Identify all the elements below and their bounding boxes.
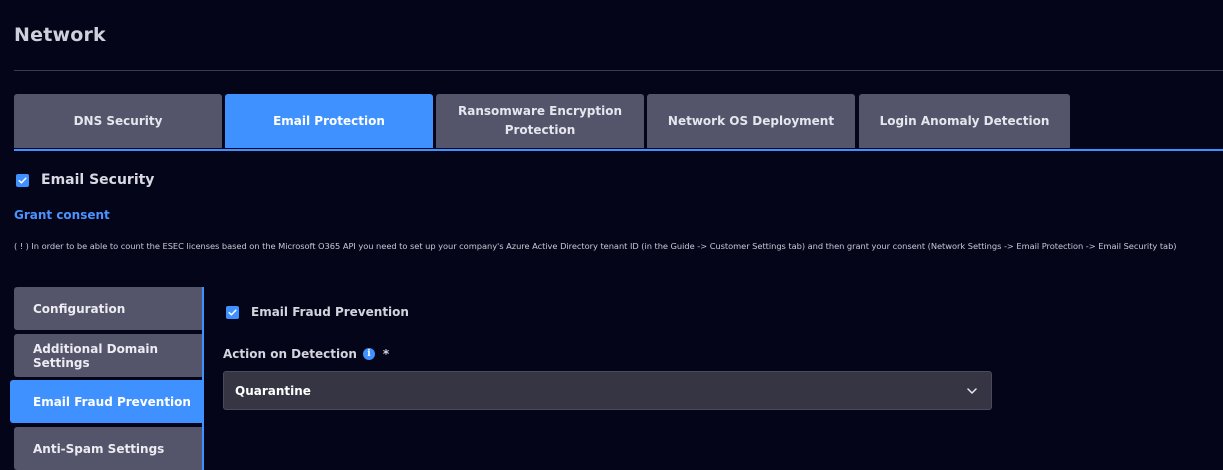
grant-consent-link[interactable]: Grant consent	[14, 208, 110, 222]
sidenav-item-configuration[interactable]: Configuration	[14, 287, 202, 330]
chevron-down-icon	[967, 387, 977, 394]
action-on-detection-label: Action on Detection	[223, 347, 357, 361]
sidenav-item-additional-domain-settings[interactable]: Additional Domain Settings	[14, 334, 202, 377]
action-on-detection-value: Quarantine	[235, 383, 311, 398]
tab-email-protection[interactable]: Email Protection	[225, 94, 433, 148]
page-title: Network	[14, 24, 106, 46]
email-security-label: Email Security	[41, 172, 155, 188]
tab-login-anomaly-detection[interactable]: Login Anomaly Detection	[859, 94, 1070, 148]
fraud-prevention-label: Email Fraud Prevention	[251, 305, 409, 319]
action-on-detection-select[interactable]: Quarantine	[223, 371, 992, 410]
check-icon	[228, 308, 237, 316]
sidenav-item-anti-spam-settings[interactable]: Anti-Spam Settings	[14, 427, 202, 470]
page: Network DNS Security Email Protection Ra…	[0, 0, 1223, 470]
tab-network-os-deployment[interactable]: Network OS Deployment	[647, 94, 855, 148]
email-security-toggle: Email Security	[16, 172, 154, 188]
action-on-detection-label-row: Action on Detection i *	[223, 347, 389, 361]
sidenav-divider	[202, 287, 204, 470]
consent-note: ( ! ) In order to be able to count the E…	[14, 241, 1177, 251]
tab-ransomware-encryption-protection[interactable]: Ransomware Encryption Protection	[436, 94, 644, 148]
title-divider	[14, 70, 1223, 71]
side-navigation: Configuration Additional Domain Settings…	[0, 287, 205, 470]
fraud-prevention-toggle: Email Fraud Prevention	[226, 305, 409, 319]
required-indicator: *	[382, 347, 390, 361]
email-security-checkbox[interactable]	[16, 173, 29, 187]
tabs-underline	[14, 149, 1223, 151]
top-tabs: DNS Security Email Protection Ransomware…	[14, 94, 1223, 151]
tab-dns-security[interactable]: DNS Security	[14, 94, 222, 148]
check-icon	[18, 176, 27, 184]
info-icon[interactable]: i	[362, 348, 375, 360]
sidenav-item-email-fraud-prevention[interactable]: Email Fraud Prevention	[10, 380, 202, 423]
fraud-prevention-checkbox[interactable]	[226, 305, 239, 319]
